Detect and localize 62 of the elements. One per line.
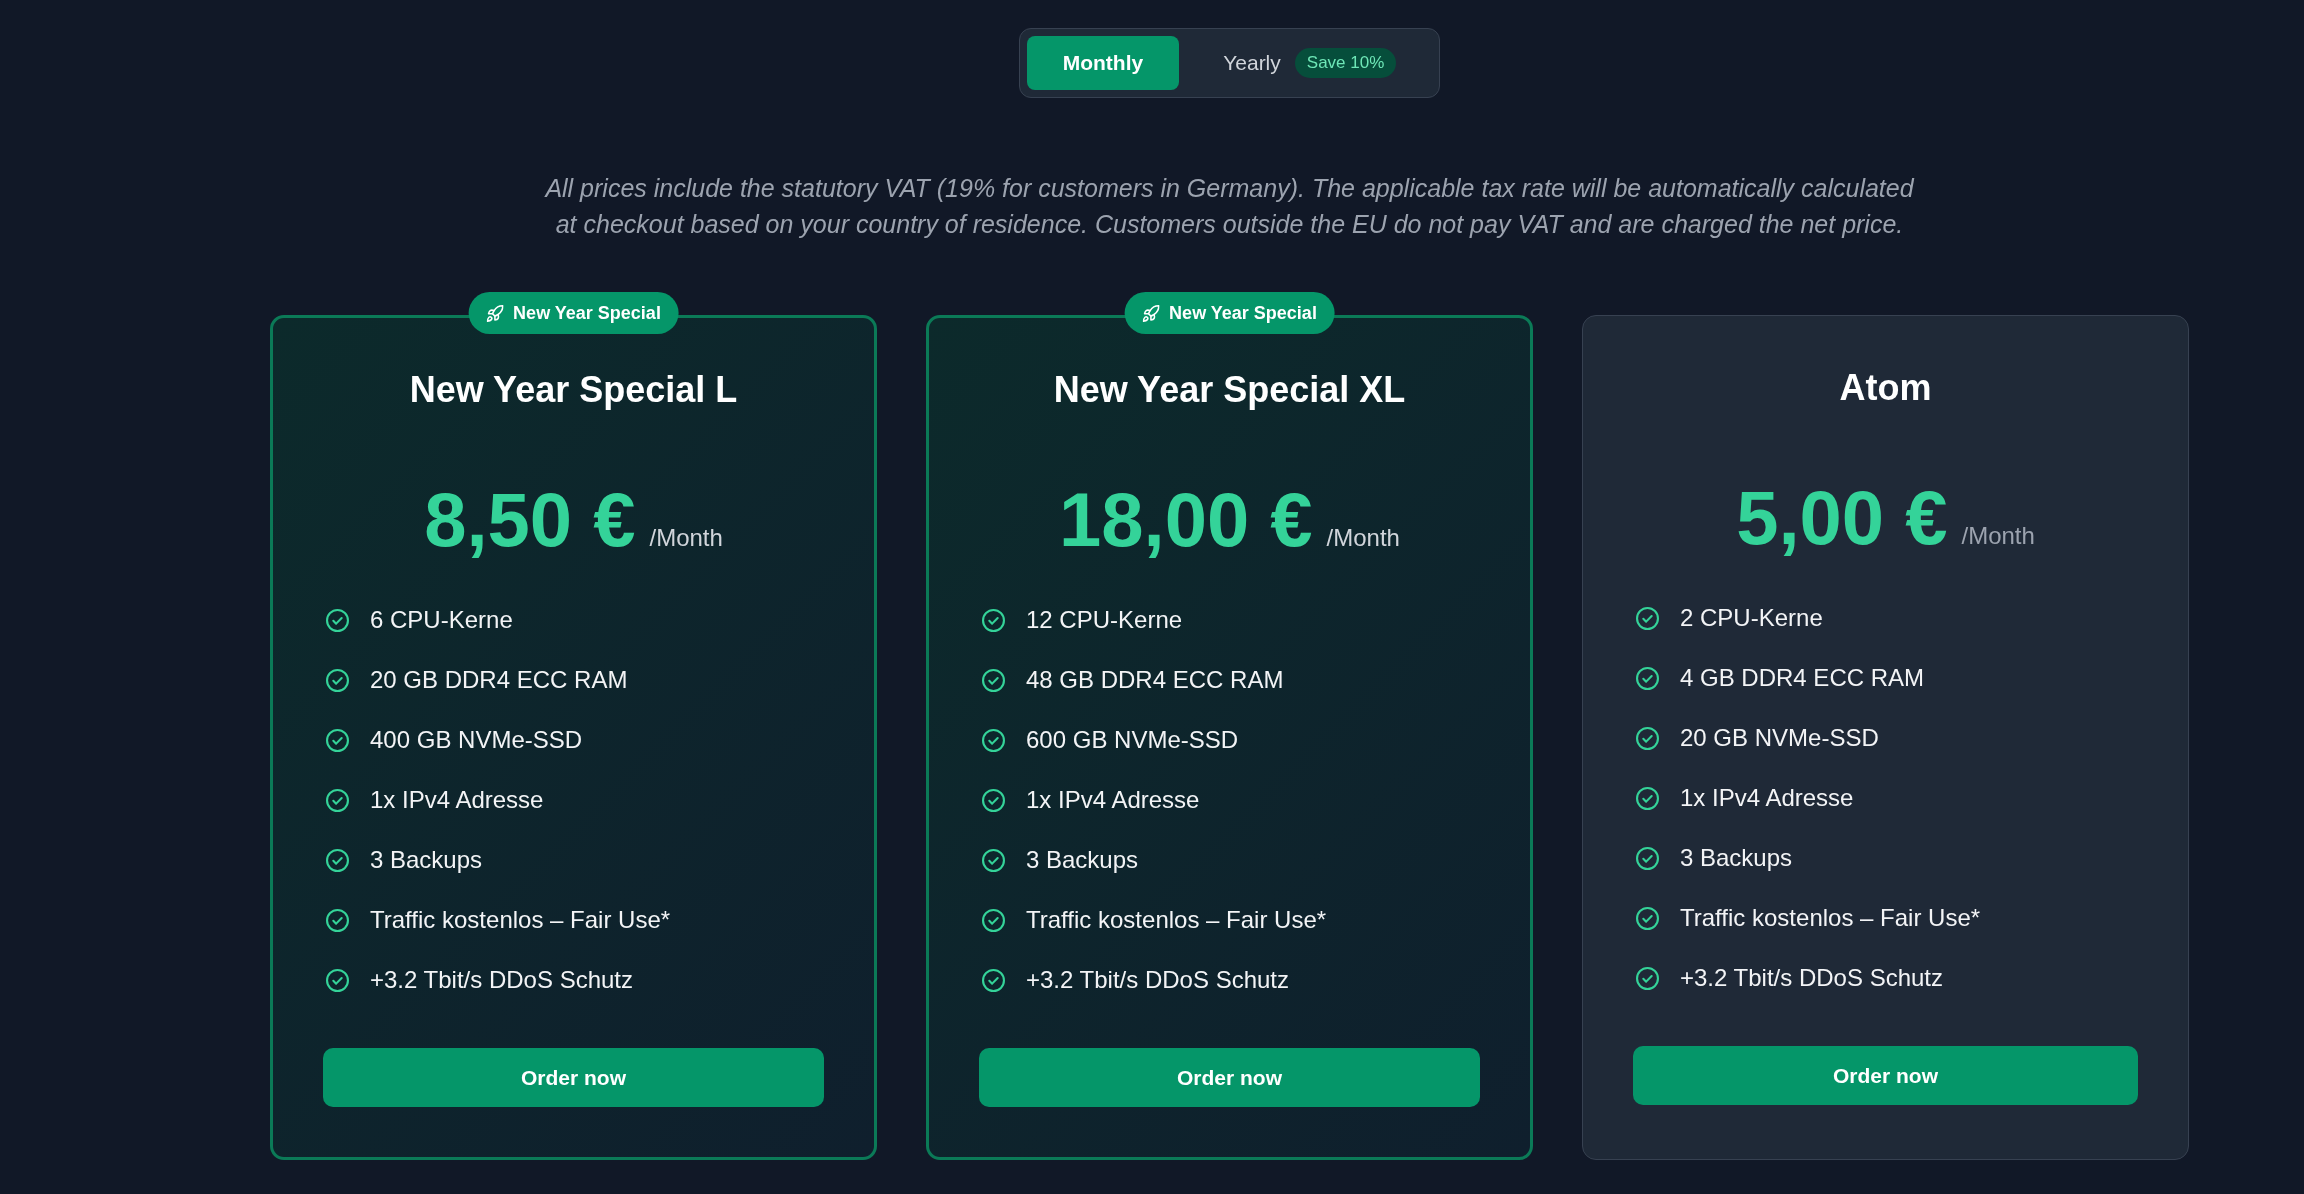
order-button[interactable]: Order now	[1633, 1046, 2138, 1105]
plan-name: New Year Special L	[408, 368, 739, 412]
plan-name: Atom	[1838, 366, 1933, 410]
check-circle-icon	[326, 668, 349, 692]
check-circle-icon	[1636, 906, 1659, 930]
feature-text: 3 Backups	[370, 846, 483, 874]
feature-text: 1x IPv4 Adresse	[1680, 784, 1854, 812]
feature-text: 600 GB NVMe-SSD	[1026, 726, 1239, 754]
feature-text: Traffic kostenlos – Fair Use*	[1680, 904, 1981, 932]
price-period: /Month	[1326, 523, 1400, 553]
feature-text: 4 GB DDR4 ECC RAM	[1680, 664, 1925, 692]
order-button[interactable]: Order now	[979, 1048, 1480, 1107]
check-circle-icon	[982, 728, 1005, 752]
check-circle-icon	[982, 788, 1005, 812]
feature-text: +3.2 Tbit/s DDoS Schutz	[1026, 966, 1289, 994]
price-period: /Month	[1961, 521, 2035, 551]
feature-text: 1x IPv4 Adresse	[1026, 786, 1200, 814]
price-period: /Month	[649, 523, 723, 553]
feature-text: 20 GB DDR4 ECC RAM	[370, 666, 628, 694]
check-circle-icon	[326, 788, 349, 812]
check-circle-icon	[1636, 606, 1659, 630]
check-circle-icon	[1636, 966, 1659, 990]
feature-text: +3.2 Tbit/s DDoS Schutz	[1680, 964, 1943, 992]
billing-period-tab[interactable]: Yearly Save 10%	[1187, 36, 1433, 90]
feature-text: 1x IPv4 Adresse	[370, 786, 544, 814]
check-circle-icon	[326, 608, 349, 632]
plan-price: 5,00 €	[1736, 476, 1948, 560]
feature-text: 12 CPU-Kerne	[1026, 606, 1183, 634]
check-circle-icon	[326, 908, 349, 932]
billing-period-tab[interactable]: Monthly	[1026, 36, 1180, 90]
check-circle-icon	[1636, 846, 1659, 870]
check-circle-icon	[982, 908, 1005, 932]
feature-text: +3.2 Tbit/s DDoS Schutz	[370, 966, 633, 994]
feature-text: Traffic kostenlos – Fair Use*	[1026, 906, 1327, 934]
promo-label: New Year Special	[513, 302, 661, 324]
check-circle-icon	[1636, 726, 1659, 750]
check-circle-icon	[982, 668, 1005, 692]
rocket-icon	[1142, 304, 1160, 322]
feature-text: Traffic kostenlos – Fair Use*	[370, 906, 671, 934]
check-circle-icon	[326, 848, 349, 872]
feature-text: 3 Backups	[1026, 846, 1139, 874]
order-button[interactable]: Order now	[323, 1048, 824, 1107]
plan-price: 8,50 €	[424, 478, 636, 562]
check-circle-icon	[982, 968, 1005, 992]
check-circle-icon	[982, 608, 1005, 632]
feature-text: 20 GB NVMe-SSD	[1680, 724, 1879, 752]
feature-text: 2 CPU-Kerne	[1680, 604, 1823, 632]
check-circle-icon	[982, 848, 1005, 872]
vat-note: All prices include the statutory VAT (19% for customers in Germany). The applicable tax rate will be automatically calculated at checkout based on your country of residence. Customers outside the EU do not pay VAT and are charged the net price.	[543, 173, 1916, 240]
check-circle-icon	[326, 728, 349, 752]
feature-text: 6 CPU-Kerne	[370, 606, 513, 634]
discount-badge: Save 10%	[1294, 48, 1397, 78]
feature-text: 3 Backups	[1680, 844, 1793, 872]
feature-text: 400 GB NVMe-SSD	[370, 726, 583, 754]
plan-price: 18,00 €	[1059, 478, 1313, 562]
feature-text: 48 GB DDR4 ECC RAM	[1026, 666, 1284, 694]
promo-label: New Year Special	[1169, 302, 1317, 324]
rocket-icon	[486, 304, 504, 322]
plan-name: New Year Special XL	[1052, 368, 1407, 412]
check-circle-icon	[1636, 786, 1659, 810]
check-circle-icon	[326, 968, 349, 992]
check-circle-icon	[1636, 666, 1659, 690]
